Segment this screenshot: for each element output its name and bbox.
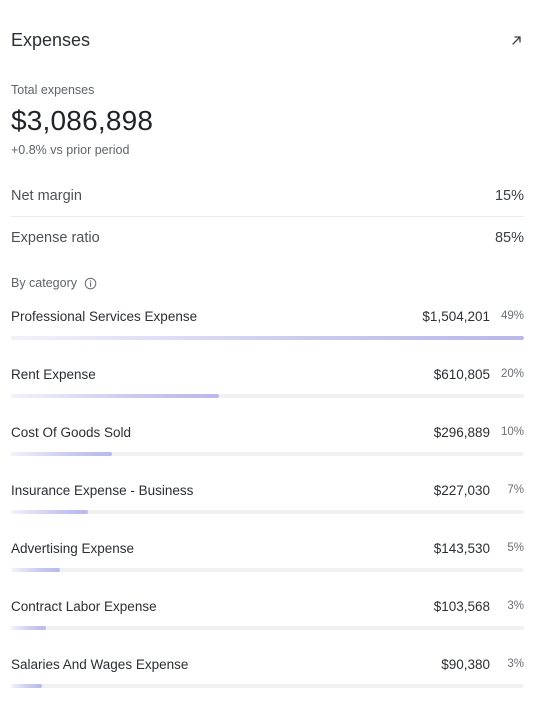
category-bar-track [11,626,524,630]
category-amount: $227,030 [433,482,490,498]
category-bar-track [11,684,524,688]
category-percent: 5% [507,542,524,554]
list-item[interactable]: Salaries And Wages Expense $90,380 3% [11,655,524,704]
category-percent: 49% [500,310,524,322]
category-percent: 3% [507,658,524,670]
list-item[interactable]: Advertising Expense $143,530 5% [11,539,524,597]
category-amount: $103,568 [433,598,490,614]
category-amount: $610,805 [433,366,490,382]
section-label-text: By category [11,276,78,290]
category-amount: $143,530 [433,540,490,556]
category-bar-track [11,336,524,340]
category-name: Rent Expense [11,366,96,382]
category-bar-track [11,394,524,398]
list-item[interactable]: Contract Labor Expense $103,568 3% [11,597,524,655]
category-bar-track [11,568,524,572]
category-amount: $1,504,201 [422,308,490,324]
card-header: Expenses [11,28,524,52]
category-name: Professional Services Expense [11,308,198,324]
card-title: Expenses [11,29,91,50]
category-percent: 3% [507,600,524,612]
info-icon[interactable] [84,277,97,290]
category-bar-fill [11,626,47,630]
category-bar-fill [11,452,113,456]
metric-label: Expense ratio [11,229,100,246]
category-amount: $296,889 [433,424,490,440]
category-amount: $90,380 [441,656,490,672]
category-bar-fill [11,336,524,340]
category-bar-fill [11,394,220,398]
category-name: Cost Of Goods Sold [11,424,132,440]
period-change-text: +0.8% vs prior period [11,143,130,157]
total-expenses-value: $3,086,898 [11,105,154,136]
category-percent: 7% [507,484,524,496]
arrow-up-right-icon[interactable] [508,32,524,48]
category-bar-fill [11,684,42,688]
metric-label: Net margin [11,188,82,204]
category-bar-track [11,510,524,514]
category-name: Contract Labor Expense [11,598,157,614]
category-bar-track [11,452,524,456]
category-name: Advertising Expense [11,540,135,556]
total-expenses-label: Total expenses [11,83,95,97]
metric-value: 85% [494,229,524,246]
metric-value: 15% [494,188,524,204]
category-list: Professional Services Expense $1,504,201… [11,307,524,704]
category-bar-fill [11,568,60,572]
expenses-card: Expenses Total expenses $3,086,898 +0.8%… [0,0,537,704]
category-percent: 10% [500,426,524,438]
category-name: Salaries And Wages Expense [11,656,189,672]
list-item[interactable]: Rent Expense $610,805 20% [11,365,524,423]
list-item[interactable]: Professional Services Expense $1,504,201… [11,307,524,365]
list-item[interactable]: Insurance Expense - Business $227,030 7% [11,481,524,539]
metric-row-net-margin: Net margin 15% [11,176,524,217]
list-item[interactable]: Cost Of Goods Sold $296,889 10% [11,423,524,481]
category-percent: 20% [500,368,524,380]
category-name: Insurance Expense - Business [11,482,194,498]
category-bar-fill [11,510,89,514]
metric-row-expense-ratio: Expense ratio 85% [11,217,524,258]
by-category-label: By category [11,276,97,290]
